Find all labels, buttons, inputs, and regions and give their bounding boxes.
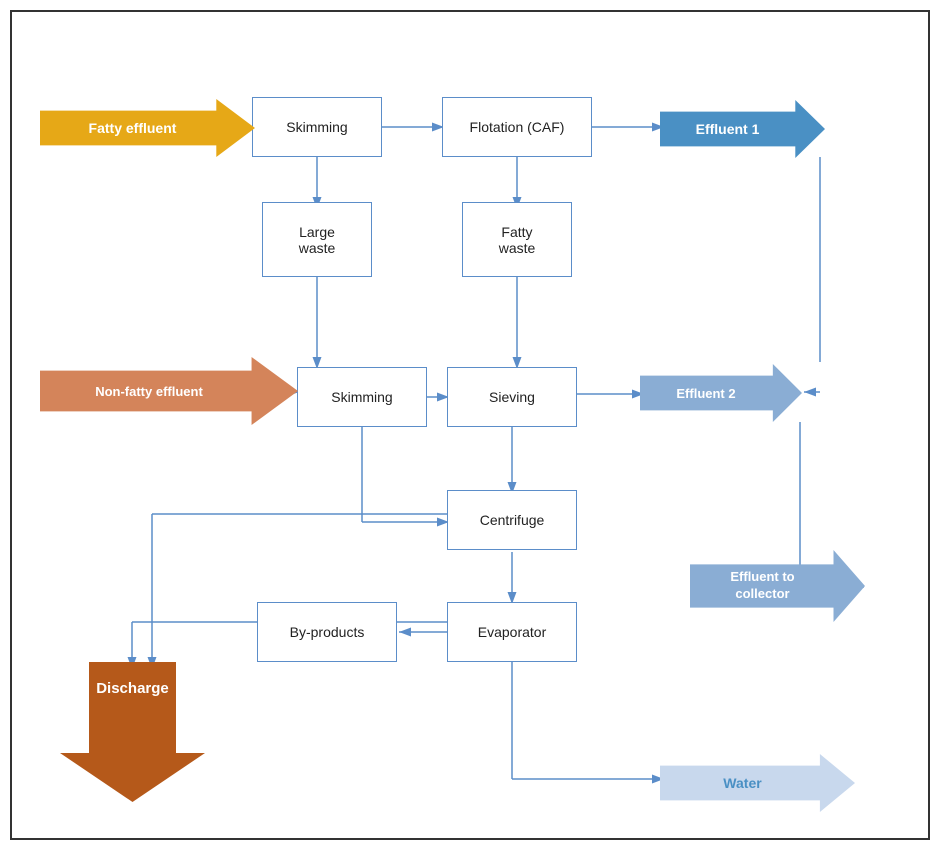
water-arrow: Water (660, 754, 855, 812)
evaporator-box: Evaporator (447, 602, 577, 662)
skimming1-box: Skimming (252, 97, 382, 157)
discharge-arrow: Discharge (60, 662, 205, 802)
fatty-waste-box: Fattywaste (462, 202, 572, 277)
byproducts-box: By-products (257, 602, 397, 662)
non-fatty-effluent-arrow: Non-fatty effluent (40, 357, 298, 425)
effluent1-arrow: Effluent 1 (660, 100, 825, 158)
sieving-box: Sieving (447, 367, 577, 427)
effluent2-arrow: Effluent 2 (640, 364, 802, 422)
flotation-box: Flotation (CAF) (442, 97, 592, 157)
flow-diagram: Skimming Flotation (CAF) Largewaste Fatt… (10, 10, 930, 840)
fatty-effluent-arrow: Fatty effluent (40, 99, 255, 157)
large-waste-box: Largewaste (262, 202, 372, 277)
centrifuge-box: Centrifuge (447, 490, 577, 550)
effluent-collector-arrow: Effluent tocollector (690, 550, 865, 622)
skimming2-box: Skimming (297, 367, 427, 427)
